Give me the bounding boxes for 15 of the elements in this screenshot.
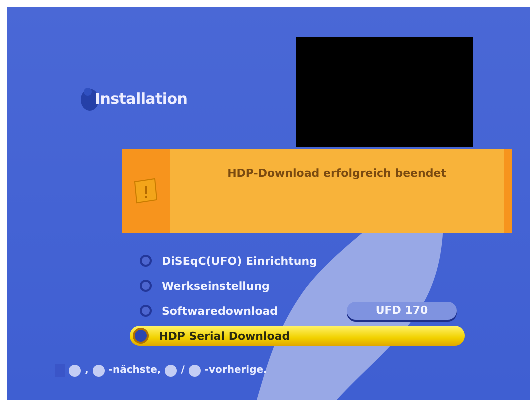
- remote-key-icon: [165, 364, 178, 376]
- menu-item[interactable]: HDP Serial Download: [130, 326, 465, 346]
- screen-title: Installation: [95, 90, 188, 108]
- remote-key-icon: [92, 364, 105, 376]
- menu-item[interactable]: DiSEqC(UFO) Einrichtung: [130, 251, 465, 271]
- menu-item[interactable]: Werkseinstellung: [130, 276, 465, 296]
- value-pill: UFD 170: [347, 302, 457, 320]
- remote-key-icon: [188, 364, 201, 376]
- hint-text: -vorherige.: [204, 365, 268, 376]
- hint-text: ,: [85, 365, 89, 376]
- dialog-message: HDP-Download erfolgreich beendet: [226, 166, 448, 182]
- remote-key-icon: [69, 364, 81, 376]
- menu-item[interactable]: Softwaredownload UFD 170: [130, 301, 465, 321]
- hint-text: /: [181, 365, 185, 376]
- hint-text: -nächste,: [108, 365, 162, 376]
